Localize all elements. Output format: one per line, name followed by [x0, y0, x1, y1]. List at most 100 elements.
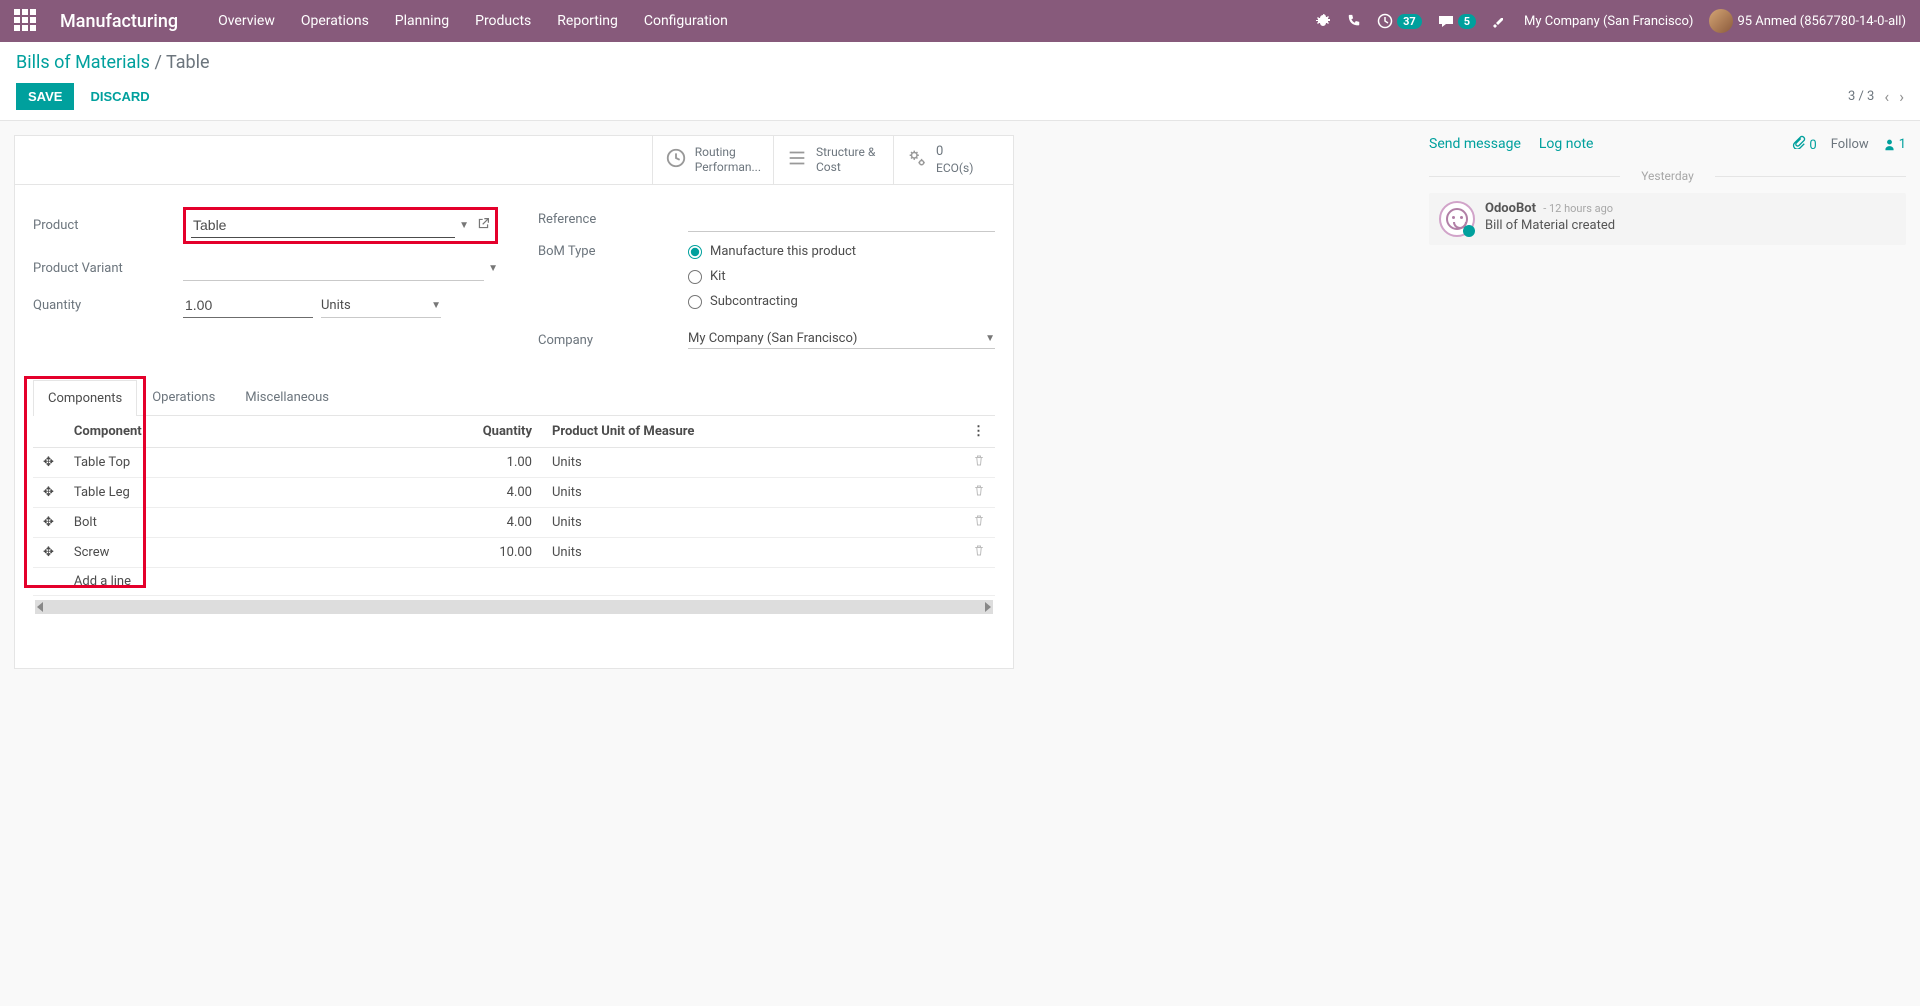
- reference-label: Reference: [538, 212, 688, 227]
- stat-structure-cost[interactable]: Structure &Cost: [773, 136, 893, 184]
- main-menu: Overview Operations Planning Products Re…: [218, 13, 728, 29]
- menu-overview[interactable]: Overview: [218, 13, 275, 29]
- company-label: Company: [538, 333, 688, 348]
- send-message-button[interactable]: Send message: [1429, 136, 1521, 152]
- component-qty[interactable]: 1.00: [422, 448, 542, 478]
- systray: 37 5 My Company (San Francisco) 95 Anmed…: [1315, 9, 1906, 33]
- component-name[interactable]: Table Leg: [64, 478, 422, 508]
- menu-planning[interactable]: Planning: [395, 13, 449, 29]
- component-name[interactable]: Bolt: [64, 508, 422, 538]
- form-sheet: RoutingPerforman... Structure &Cost 0ECO…: [14, 135, 1014, 669]
- message-time: - 12 hours ago: [1543, 202, 1613, 215]
- activity-badge: 37: [1397, 14, 1422, 29]
- radio-kit[interactable]: Kit: [688, 269, 856, 284]
- discard-button[interactable]: DISCARD: [90, 89, 149, 104]
- quantity-input[interactable]: [183, 293, 313, 318]
- chevron-down-icon[interactable]: ▼: [459, 220, 469, 231]
- control-panel: Bills of Materials / Table SAVE DISCARD …: [0, 42, 1920, 121]
- drag-handle-icon[interactable]: ✥: [33, 508, 64, 538]
- drag-handle-icon[interactable]: ✥: [33, 448, 64, 478]
- variant-label: Product Variant: [33, 261, 183, 276]
- chatter: Send message Log note 0 Follow 1 Yesterd…: [1415, 121, 1920, 683]
- messages-icon[interactable]: 5: [1438, 13, 1476, 29]
- radio-subcontracting[interactable]: Subcontracting: [688, 294, 856, 309]
- brand-title: Manufacturing: [60, 11, 178, 32]
- list-icon: [786, 147, 808, 174]
- variant-input[interactable]: [183, 256, 484, 281]
- component-uom[interactable]: Units: [542, 538, 962, 568]
- followers-button[interactable]: 1: [1883, 137, 1906, 152]
- component-qty[interactable]: 10.00: [422, 538, 542, 568]
- phone-icon[interactable]: [1347, 14, 1361, 28]
- drag-handle-icon[interactable]: ✥: [33, 538, 64, 568]
- breadcrumb-current: Table: [166, 52, 210, 73]
- component-name[interactable]: Screw: [64, 538, 422, 568]
- activity-icon[interactable]: 37: [1377, 13, 1422, 29]
- debug-icon[interactable]: [1315, 13, 1331, 29]
- breadcrumb-root[interactable]: Bills of Materials: [16, 52, 150, 73]
- log-note-button[interactable]: Log note: [1539, 136, 1594, 152]
- chevron-down-icon[interactable]: ▼: [488, 263, 498, 274]
- company-select[interactable]: My Company (San Francisco) ▼: [688, 331, 995, 349]
- kebab-icon[interactable]: ⋮: [962, 416, 995, 448]
- chevron-down-icon[interactable]: ▼: [431, 300, 441, 311]
- save-button[interactable]: SAVE: [16, 83, 74, 110]
- stat-routing-performance[interactable]: RoutingPerforman...: [652, 136, 773, 184]
- component-uom[interactable]: Units: [542, 508, 962, 538]
- table-row[interactable]: ✥Table Leg4.00Units: [33, 478, 995, 508]
- component-qty[interactable]: 4.00: [422, 508, 542, 538]
- table-row[interactable]: ✥Bolt4.00Units: [33, 508, 995, 538]
- components-table: Component Quantity Product Unit of Measu…: [33, 416, 995, 596]
- reference-input[interactable]: [688, 207, 995, 232]
- col-uom: Product Unit of Measure: [542, 416, 962, 448]
- company-switcher[interactable]: My Company (San Francisco): [1524, 14, 1693, 29]
- breadcrumb: Bills of Materials / Table: [16, 52, 1904, 73]
- radio-manufacture[interactable]: Manufacture this product: [688, 244, 856, 259]
- day-separator: Yesterday: [1429, 169, 1906, 183]
- message-author: OdooBot: [1485, 201, 1536, 216]
- pager-prev[interactable]: ‹: [1884, 87, 1889, 106]
- drag-handle-icon[interactable]: ✥: [33, 478, 64, 508]
- stat-ecos[interactable]: 0ECO(s): [893, 136, 1013, 184]
- product-input[interactable]: [191, 213, 455, 238]
- component-name[interactable]: Table Top: [64, 448, 422, 478]
- tab-miscellaneous[interactable]: Miscellaneous: [230, 379, 344, 415]
- clock-icon: [665, 147, 687, 174]
- bom-type-label: BoM Type: [538, 244, 688, 259]
- avatar-icon: [1709, 9, 1733, 33]
- menu-products[interactable]: Products: [475, 13, 531, 29]
- menu-configuration[interactable]: Configuration: [644, 13, 728, 29]
- add-line-row[interactable]: Add a line: [33, 568, 995, 596]
- table-row[interactable]: ✥Table Top1.00Units: [33, 448, 995, 478]
- message: OdooBot - 12 hours ago Bill of Material …: [1429, 193, 1906, 245]
- uom-value[interactable]: Units: [321, 298, 427, 313]
- chevron-down-icon: ▼: [985, 333, 995, 344]
- pager-next[interactable]: ›: [1899, 87, 1904, 106]
- component-qty[interactable]: 4.00: [422, 478, 542, 508]
- menu-reporting[interactable]: Reporting: [557, 13, 618, 29]
- external-link-icon[interactable]: [477, 217, 490, 234]
- delete-row-icon[interactable]: [962, 508, 995, 538]
- delete-row-icon[interactable]: [962, 538, 995, 568]
- gears-icon: [906, 147, 928, 174]
- component-uom[interactable]: Units: [542, 478, 962, 508]
- attachments-button[interactable]: 0: [1792, 135, 1817, 153]
- delete-row-icon[interactable]: [962, 478, 995, 508]
- component-uom[interactable]: Units: [542, 448, 962, 478]
- product-label: Product: [33, 218, 183, 233]
- follow-button[interactable]: Follow: [1831, 137, 1869, 152]
- table-row[interactable]: ✥Screw10.00Units: [33, 538, 995, 568]
- delete-row-icon[interactable]: [962, 448, 995, 478]
- bot-avatar-icon: [1439, 201, 1475, 237]
- col-component: Component: [64, 416, 422, 448]
- apps-icon[interactable]: [14, 9, 38, 33]
- message-body: Bill of Material created: [1485, 218, 1615, 233]
- menu-operations[interactable]: Operations: [301, 13, 369, 29]
- tab-operations[interactable]: Operations: [137, 379, 230, 415]
- user-menu[interactable]: 95 Anmed (8567780-14-0-all): [1709, 9, 1906, 33]
- horizontal-scrollbar[interactable]: [35, 600, 993, 614]
- tab-components[interactable]: Components: [33, 380, 137, 416]
- tools-icon[interactable]: [1492, 13, 1508, 29]
- pager-text: 3 / 3: [1848, 89, 1874, 104]
- stat-button-box: RoutingPerforman... Structure &Cost 0ECO…: [15, 136, 1013, 185]
